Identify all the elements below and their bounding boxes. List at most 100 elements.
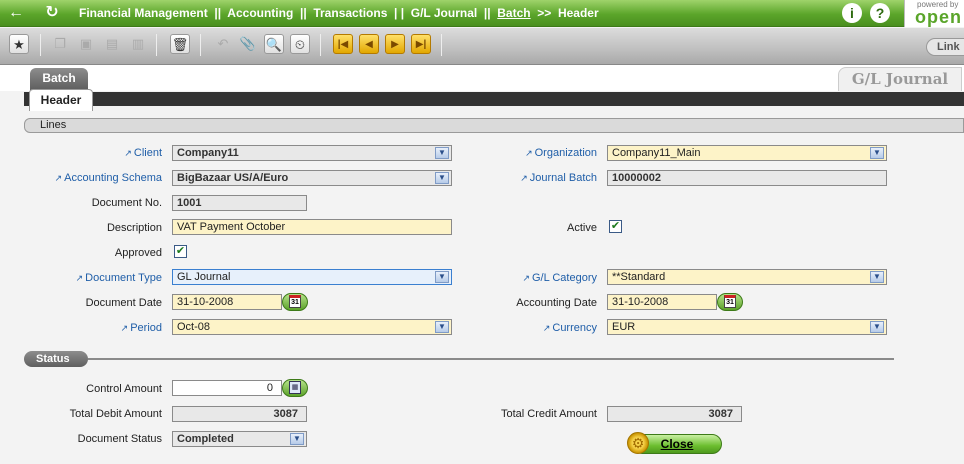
chevron-down-icon[interactable]: ▼ [870, 147, 884, 159]
chevron-down-icon[interactable]: ▼ [435, 172, 449, 184]
chevron-down-icon[interactable]: ▼ [435, 321, 449, 333]
client-label: Client [50, 147, 162, 161]
organization-label: Organization [480, 147, 597, 161]
attachment-icon[interactable]: 📎 [238, 34, 258, 54]
currency-label: Currency [480, 322, 597, 336]
gl-category-select[interactable]: **Standard ▼ [607, 269, 887, 285]
delete-icon[interactable]: 🗑 [170, 34, 190, 54]
total-credit-label: Total Credit Amount [501, 408, 597, 420]
chevron-down-icon[interactable]: ▼ [435, 147, 449, 159]
document-type-value: GL Journal [177, 271, 231, 283]
active-checkbox[interactable]: ✔ [609, 220, 622, 233]
calculator-icon[interactable]: ▦ [282, 379, 308, 397]
organization-select[interactable]: Company11_Main ▼ [607, 145, 887, 161]
accounting-date-label: Accounting Date [516, 297, 597, 309]
active-label: Active [567, 222, 597, 234]
client-select[interactable]: Company11 ▼ [172, 145, 452, 161]
save-and-new-icon[interactable]: ▣ [76, 34, 96, 54]
info-icon[interactable]: i [842, 3, 862, 23]
document-status-select[interactable]: Completed ▼ [172, 431, 307, 447]
breadcrumb-current: >> Header [530, 6, 599, 20]
toolbar-separator [441, 34, 442, 56]
organization-value: Company11_Main [612, 147, 701, 159]
gear-icon: ⚙ [627, 432, 649, 454]
link-button[interactable]: Link [926, 38, 964, 56]
save-all-icon[interactable]: ▥ [128, 34, 148, 54]
back-arrow-icon[interactable]: ← [5, 3, 27, 23]
help-icon[interactable]: ? [870, 3, 890, 23]
document-no-label: Document No. [91, 197, 162, 209]
control-amount-label: Control Amount [86, 383, 162, 395]
header-tab-bar [24, 92, 964, 106]
tab-lines[interactable]: Lines [24, 118, 964, 133]
client-value: Company11 [177, 147, 239, 159]
total-debit-field[interactable]: 3087 [172, 406, 307, 422]
refresh-icon[interactable]: ↻ [41, 3, 63, 23]
document-status-value: Completed [177, 433, 234, 445]
search-icon[interactable]: 🔍 [264, 34, 284, 54]
close-button[interactable]: ⚙ Close [627, 432, 722, 454]
document-no-field[interactable]: 1001 [172, 195, 307, 211]
next-record-icon[interactable]: ▶ [385, 34, 405, 54]
last-record-icon[interactable]: ▶| [411, 34, 431, 54]
document-date-input[interactable]: 31-10-2008 [172, 294, 282, 310]
window-title: G/L Journal [838, 67, 962, 91]
gl-category-label: G/L Category [480, 272, 597, 286]
tab-header[interactable]: Header [29, 89, 93, 111]
document-date-label: Document Date [85, 297, 162, 309]
tab-batch[interactable]: Batch [30, 68, 88, 90]
document-status-label: Document Status [77, 433, 162, 445]
accounting-date-input[interactable]: 31-10-2008 [607, 294, 717, 310]
accounting-schema-value: BigBazaar US/A/Euro [177, 172, 289, 184]
currency-value: EUR [612, 321, 636, 333]
close-button-label: Close [660, 437, 694, 451]
description-input[interactable]: VAT Payment October [172, 219, 452, 235]
description-label: Description [106, 222, 162, 234]
status-section-header[interactable]: Status [24, 351, 88, 367]
save-icon[interactable]: ▤ [102, 34, 122, 54]
period-label: Period [50, 322, 162, 336]
chevron-down-icon[interactable]: ▼ [435, 271, 449, 283]
gl-category-value: **Standard [612, 271, 666, 283]
toolbar-separator [320, 34, 321, 56]
approved-checkbox[interactable]: ✔ [174, 245, 187, 258]
top-navigation-bar: ← ↻ Financial Management || Accounting |… [0, 0, 964, 27]
status-divider [88, 358, 894, 360]
powered-by-logo: powered by open [904, 0, 964, 27]
toolbar-separator [200, 34, 201, 56]
copy-record-icon[interactable]: ❐ [50, 34, 70, 54]
audit-trail-icon[interactable]: ⏲ [290, 34, 310, 54]
toolbar: ★ ❐ ▣ ▤ ▥ 🗑 ↶ 📎 🔍 ⏲ |◀ ◀ ▶ ▶| [0, 28, 964, 65]
calendar-icon[interactable]: 31 [717, 293, 743, 311]
approved-label: Approved [114, 247, 162, 259]
breadcrumb-batch-link[interactable]: Batch [497, 6, 530, 20]
tab-strip [0, 65, 964, 91]
document-type-select[interactable]: GL Journal ▼ [172, 269, 452, 285]
total-debit-label: Total Debit Amount [69, 408, 162, 420]
new-record-icon[interactable]: ★ [9, 34, 29, 54]
accounting-schema-select[interactable]: BigBazaar US/A/Euro ▼ [172, 170, 452, 186]
toolbar-separator [156, 34, 157, 56]
chevron-down-icon[interactable]: ▼ [870, 271, 884, 283]
journal-batch-field[interactable]: 10000002 [607, 170, 887, 186]
currency-select[interactable]: EUR ▼ [607, 319, 887, 335]
first-record-icon[interactable]: |◀ [333, 34, 353, 54]
journal-batch-label: Journal Batch [480, 172, 597, 186]
logo-text: open [915, 7, 962, 27]
calendar-day: 31 [724, 295, 736, 308]
period-value: Oct-08 [177, 321, 211, 333]
document-type-label: Document Type [50, 272, 162, 286]
accounting-schema-label: Accounting Schema [30, 172, 162, 186]
undo-icon[interactable]: ↶ [213, 34, 233, 54]
chevron-down-icon[interactable]: ▼ [290, 433, 304, 445]
toolbar-separator [40, 34, 41, 56]
chevron-down-icon[interactable]: ▼ [870, 321, 884, 333]
calendar-icon[interactable]: 31 [282, 293, 308, 311]
calendar-day: 31 [289, 295, 301, 308]
total-credit-field[interactable]: 3087 [607, 406, 742, 422]
breadcrumb-path: Financial Management || Accounting || Tr… [79, 6, 498, 20]
previous-record-icon[interactable]: ◀ [359, 34, 379, 54]
period-select[interactable]: Oct-08 ▼ [172, 319, 452, 335]
control-amount-input[interactable]: 0 [172, 380, 282, 396]
breadcrumb: Financial Management || Accounting || Tr… [79, 6, 599, 20]
